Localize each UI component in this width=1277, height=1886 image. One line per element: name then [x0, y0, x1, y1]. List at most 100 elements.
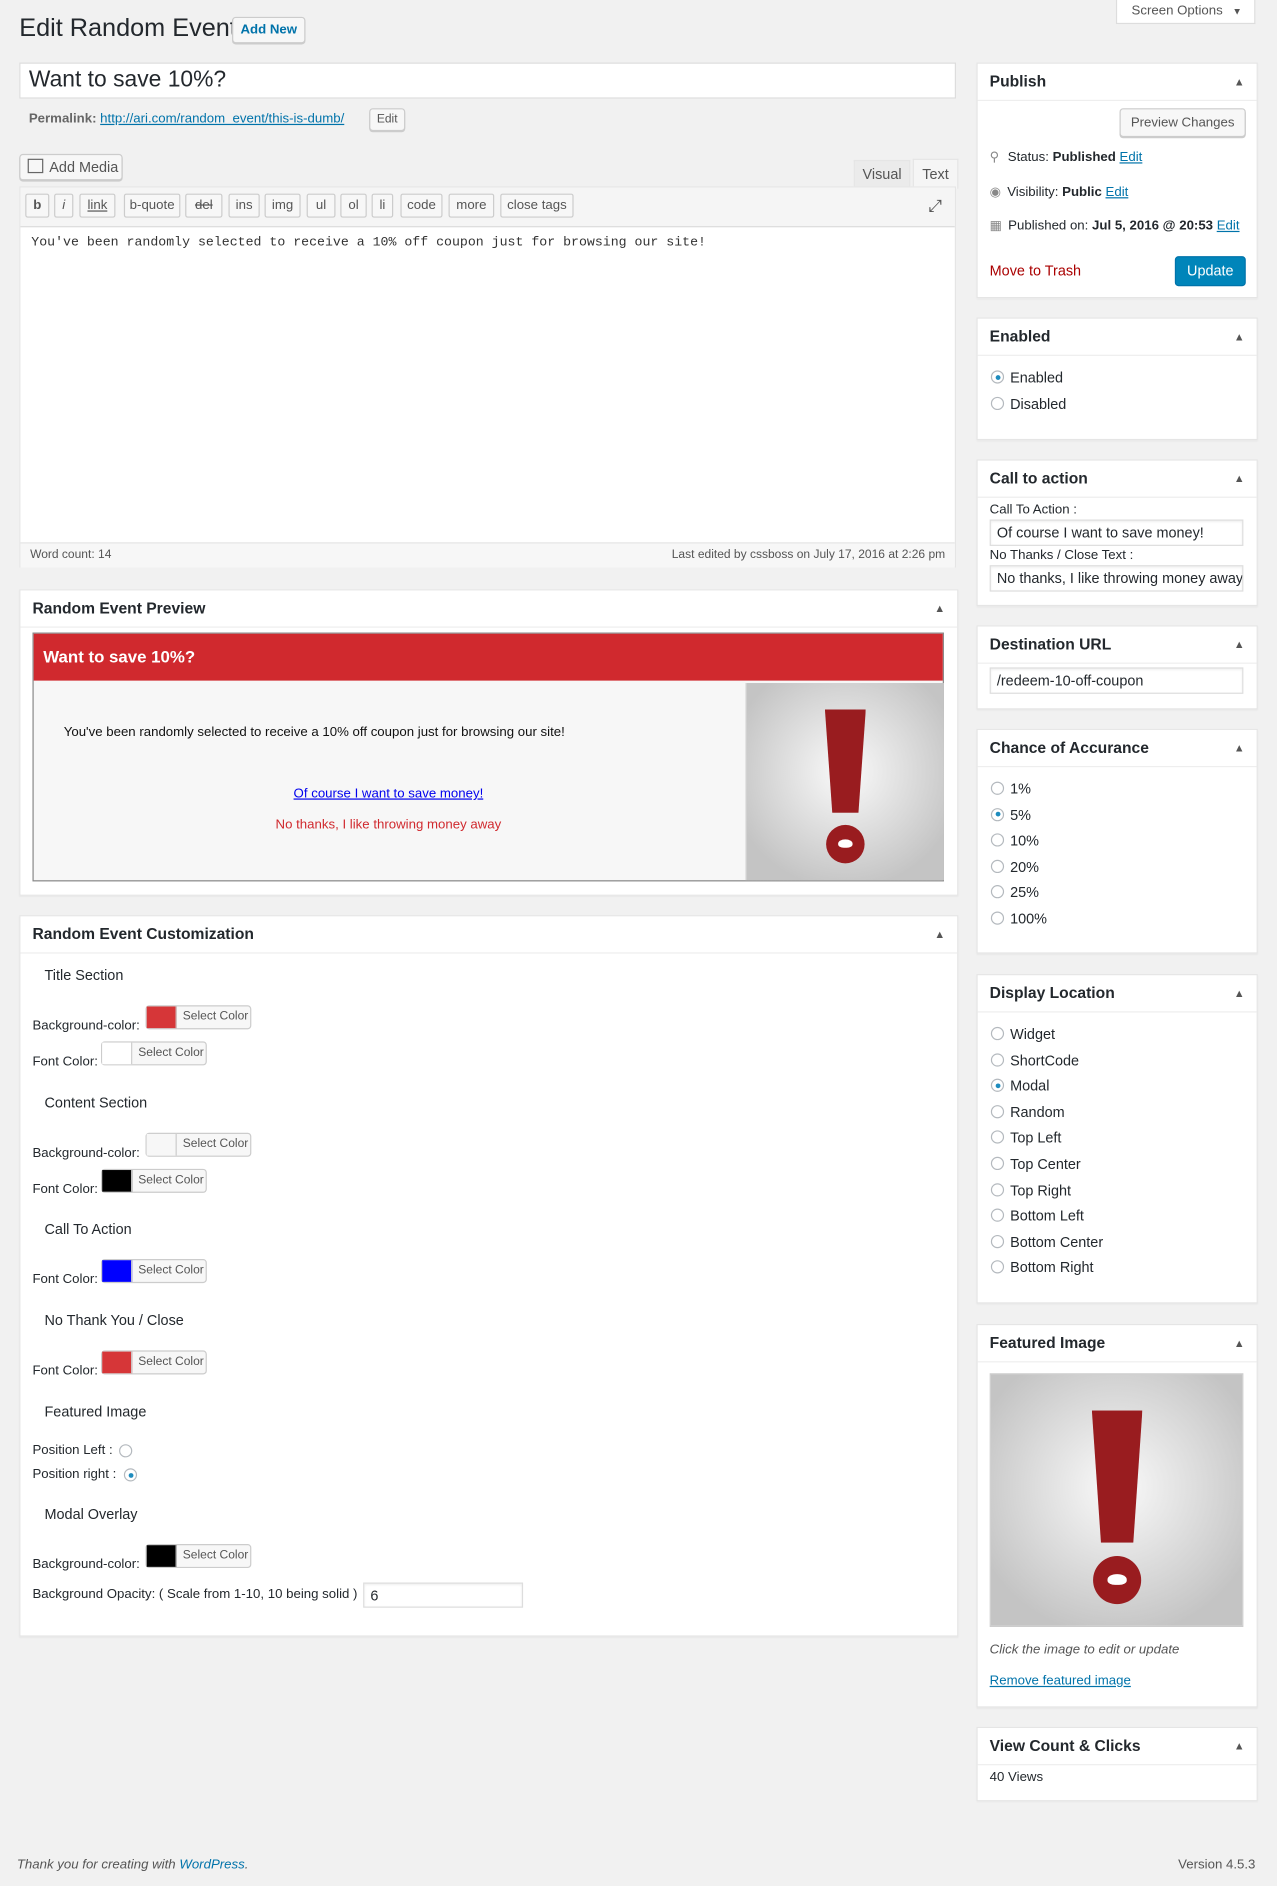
permalink-edit-button[interactable]: Edit — [369, 108, 406, 132]
display-radio[interactable] — [990, 1104, 1005, 1119]
quicktag-li-button[interactable]: li — [371, 193, 394, 218]
quicktag-ol-button[interactable]: ol — [340, 193, 367, 218]
overlay-bg-picker[interactable]: Select Color — [145, 1544, 252, 1569]
position-right-radio[interactable] — [123, 1468, 138, 1482]
chance-box-header[interactable]: Chance of Accurance ▲ — [977, 730, 1257, 768]
fullscreen-icon[interactable]: ⤢ — [928, 197, 944, 214]
visibility-edit-link[interactable]: Edit — [1106, 185, 1129, 199]
quicktag-i-button[interactable]: i — [54, 193, 74, 218]
collapse-icon[interactable]: ▲ — [1234, 975, 1245, 1011]
views-box-title: View Count & Clicks — [989, 1736, 1141, 1755]
content-font-picker[interactable]: Select Color — [101, 1168, 207, 1193]
opacity-input[interactable]: 6 — [363, 1582, 524, 1608]
collapse-icon[interactable]: ▲ — [1234, 1728, 1245, 1764]
screen-options-tab[interactable]: Screen Options ▼ — [1115, 0, 1256, 25]
editor-textarea[interactable]: You've been randomly selected to receive… — [31, 236, 706, 250]
preview-box: Random Event Preview ▲ Want to save 10%? … — [19, 589, 959, 896]
preview-changes-button[interactable]: Preview Changes — [1119, 108, 1246, 138]
display-radio[interactable] — [990, 1156, 1005, 1171]
collapse-icon[interactable]: ▲ — [1234, 319, 1245, 355]
cta-font-picker[interactable]: Select Color — [101, 1259, 207, 1284]
collapse-icon[interactable]: ▲ — [934, 590, 945, 626]
tab-text[interactable]: Text — [912, 158, 959, 189]
collapse-icon[interactable]: ▲ — [1234, 461, 1245, 497]
display-box-header[interactable]: Display Location ▲ — [977, 975, 1257, 1013]
enabled-radio[interactable] — [990, 370, 1005, 384]
chance-radio[interactable] — [990, 911, 1005, 925]
logo-icon — [826, 824, 865, 864]
quicktag-close-tags-button[interactable]: close tags — [500, 193, 574, 218]
display-option-label: Bottom Left — [1010, 1207, 1084, 1225]
preview-cta-link[interactable]: Of course I want to save money! — [34, 786, 743, 800]
visibility-label: Visibility: — [1007, 185, 1059, 200]
tab-visual[interactable]: Visual — [853, 159, 911, 188]
cta-font-label: Font Color: — [32, 1272, 98, 1287]
featured-box-header[interactable]: Featured Image ▲ — [977, 1325, 1257, 1363]
collapse-icon[interactable]: ▲ — [1234, 627, 1245, 663]
status-edit-link[interactable]: Edit — [1120, 150, 1143, 164]
display-option-label: Bottom Center — [1010, 1233, 1104, 1251]
add-media-button[interactable]: Add Media — [19, 153, 123, 181]
close-text-input[interactable]: No thanks, I like throwing money away — [989, 565, 1244, 592]
collapse-icon[interactable]: ▲ — [1234, 730, 1245, 766]
exclamation-icon — [824, 709, 866, 813]
display-radio[interactable] — [990, 1026, 1005, 1041]
publish-box-title: Publish — [989, 72, 1047, 91]
publish-box-header[interactable]: Publish ▲ — [977, 64, 1257, 102]
add-new-button[interactable]: Add New — [232, 16, 306, 44]
quicktag-code-button[interactable]: code — [400, 193, 443, 218]
quicktag-img-button[interactable]: img — [264, 193, 301, 218]
nothanks-font-picker[interactable]: Select Color — [101, 1350, 207, 1375]
position-left-radio[interactable] — [119, 1444, 133, 1458]
chance-option-label: 20% — [1010, 858, 1039, 876]
display-radio[interactable] — [990, 1234, 1005, 1248]
views-box: View Count & Clicks ▲ — [976, 1726, 1258, 1802]
enabled-radio[interactable] — [990, 396, 1005, 410]
update-button[interactable]: Update — [1174, 256, 1246, 287]
preview-no-thanks[interactable]: No thanks, I like throwing money away — [34, 818, 743, 832]
title-bg-picker[interactable]: Select Color — [145, 1005, 252, 1030]
chance-radio[interactable] — [990, 807, 1005, 821]
chance-radio[interactable] — [990, 781, 1005, 795]
destination-box-title: Destination URL — [989, 634, 1112, 653]
permalink-label: Permalink: — [28, 111, 97, 127]
cta-input[interactable]: Of course I want to save money! — [989, 519, 1244, 546]
collapse-icon[interactable]: ▲ — [934, 916, 945, 952]
quicktag-more-button[interactable]: more — [448, 193, 495, 218]
enabled-box-header[interactable]: Enabled ▲ — [977, 319, 1257, 356]
title-font-label: Font Color: — [32, 1054, 98, 1070]
color-swatch — [102, 1260, 133, 1282]
content-bg-picker[interactable]: Select Color — [145, 1132, 252, 1157]
color-swatch — [102, 1351, 133, 1374]
collapse-icon[interactable]: ▲ — [1234, 1325, 1245, 1361]
wordpress-link[interactable]: WordPress — [179, 1858, 244, 1872]
display-radio[interactable] — [990, 1052, 1005, 1067]
quicktag-del-button[interactable]: del — [185, 193, 223, 218]
quicktag-b-button[interactable]: b — [25, 193, 50, 218]
quicktag-ins-button[interactable]: ins — [228, 193, 260, 218]
chance-box-title: Chance of Accurance — [989, 738, 1149, 757]
pin-icon: ⚲ — [989, 150, 1000, 165]
select-color-label: Select Color — [182, 1010, 249, 1024]
destination-input[interactable]: /redeem-10-off-coupon — [989, 667, 1244, 694]
quicktag-ul-button[interactable]: ul — [306, 193, 336, 218]
published-edit-link[interactable]: Edit — [1217, 219, 1240, 233]
title-font-picker[interactable]: Select Color — [101, 1041, 207, 1066]
remove-featured-image-link[interactable]: Remove featured image — [990, 1674, 1131, 1688]
permalink-link[interactable]: http://ari.com/random_event/this-is-dumb… — [100, 112, 344, 126]
destination-box-header[interactable]: Destination URL ▲ — [977, 627, 1257, 664]
preview-box-header[interactable]: Random Event Preview ▲ — [20, 590, 958, 628]
select-color-label: Select Color — [138, 1355, 204, 1369]
chance-radio[interactable] — [990, 859, 1005, 873]
featured-image[interactable] — [989, 1373, 1244, 1627]
quicktag-b-quote-button[interactable]: b-quote — [123, 193, 181, 218]
editor-statusbar: Word count: 14 Last edited by cssboss on… — [20, 542, 955, 568]
quicktag-link-button[interactable]: link — [79, 193, 116, 218]
move-to-trash-link[interactable]: Move to Trash — [990, 262, 1081, 279]
display-radio[interactable] — [990, 1182, 1005, 1196]
post-title-input[interactable]: Want to save 10%? — [19, 62, 956, 99]
views-box-header[interactable]: View Count & Clicks ▲ — [977, 1728, 1257, 1766]
customization-box-header[interactable]: Random Event Customization ▲ — [20, 916, 958, 954]
collapse-icon[interactable]: ▲ — [1234, 64, 1245, 100]
cta-box-header[interactable]: Call to action ▲ — [977, 461, 1257, 498]
